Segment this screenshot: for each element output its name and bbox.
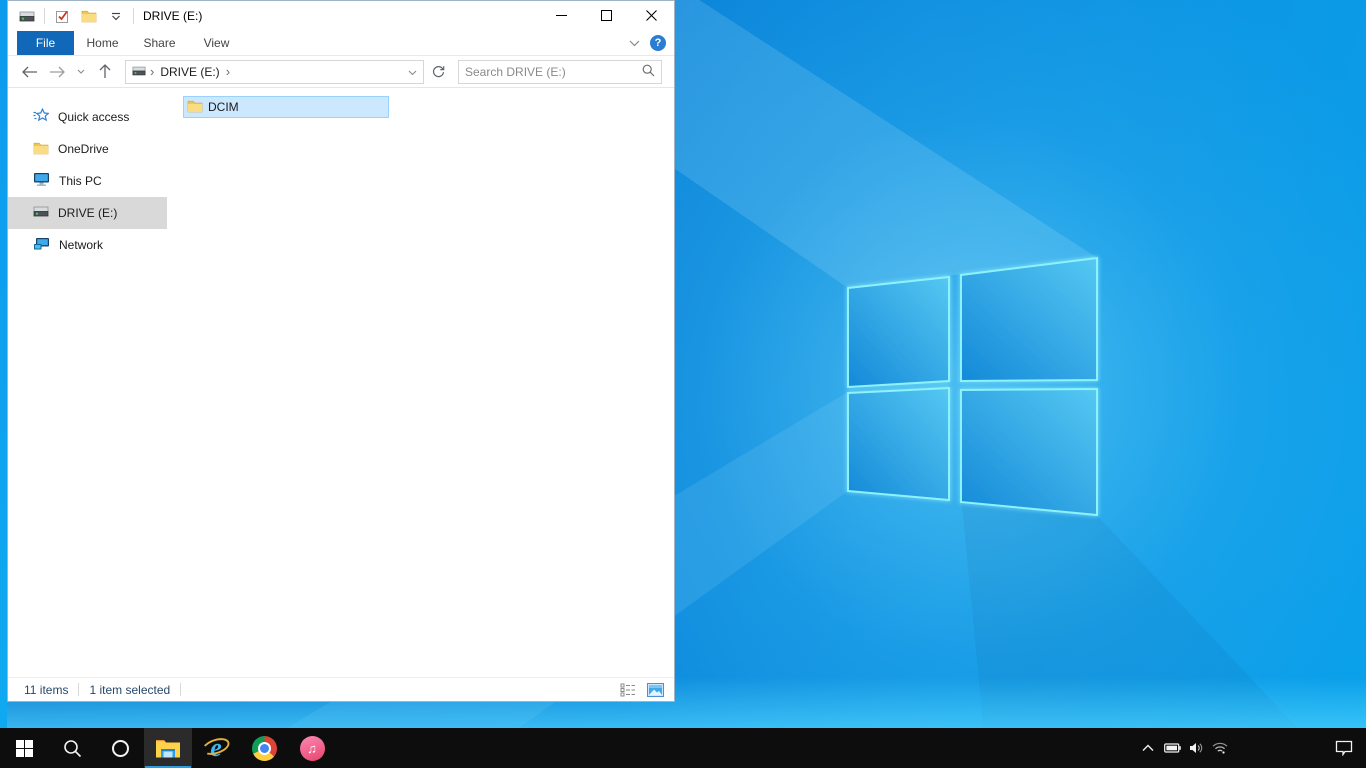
address-bar[interactable]: › DRIVE (E:) › bbox=[125, 59, 424, 84]
customize-quick-access-toolbar-button[interactable] bbox=[106, 5, 126, 27]
sidebar-item-label: OneDrive bbox=[58, 142, 109, 156]
toolbar-separator bbox=[133, 8, 134, 24]
maximize-button[interactable] bbox=[584, 1, 629, 30]
wallpaper-left-glow bbox=[0, 0, 7, 728]
taskbar-internet-explorer-button[interactable]: e bbox=[192, 728, 240, 768]
volume-icon[interactable] bbox=[1184, 728, 1208, 768]
tab-home[interactable]: Home bbox=[74, 31, 131, 55]
taskbar-itunes-button[interactable]: ♫ bbox=[288, 728, 336, 768]
taskbar-search-button[interactable] bbox=[48, 728, 96, 768]
help-icon[interactable]: ? bbox=[650, 35, 666, 51]
status-separator bbox=[180, 683, 182, 696]
navigation-pane: Quick access OneDrive This PC DRIVE (E:)… bbox=[8, 88, 167, 677]
hidden-icons-chevron-icon[interactable] bbox=[1136, 728, 1160, 768]
large-icons-view-button[interactable] bbox=[646, 681, 664, 699]
system-tray bbox=[1136, 728, 1232, 768]
drive-icon bbox=[33, 206, 49, 220]
folder-icon bbox=[33, 141, 49, 158]
sidebar-item-label: This PC bbox=[59, 174, 102, 188]
search-box bbox=[458, 59, 662, 84]
file-item-dcim[interactable]: DCIM bbox=[183, 96, 389, 118]
ribbon-tab-strip: File Home Share View ? bbox=[8, 31, 674, 56]
sidebar-item-quick-access[interactable]: Quick access bbox=[8, 101, 167, 133]
forward-button[interactable] bbox=[45, 60, 69, 84]
quick-access-toolbar: DRIVE (E:) bbox=[8, 1, 202, 31]
title-bar: DRIVE (E:) bbox=[8, 1, 674, 31]
breadcrumb-chevron-icon[interactable]: › bbox=[150, 65, 154, 78]
minimize-button[interactable] bbox=[539, 1, 584, 30]
caption-buttons bbox=[539, 1, 674, 31]
details-view-button[interactable] bbox=[619, 681, 637, 699]
quick-access-star-icon bbox=[33, 107, 50, 126]
file-explorer-icon bbox=[156, 740, 180, 758]
recent-locations-chevron-icon[interactable] bbox=[73, 60, 89, 84]
expand-ribbon-chevron-icon[interactable] bbox=[629, 36, 640, 50]
search-icon bbox=[63, 739, 81, 757]
status-separator bbox=[78, 683, 80, 696]
sidebar-item-onedrive[interactable]: OneDrive bbox=[8, 133, 167, 165]
new-folder-button[interactable] bbox=[79, 5, 99, 27]
action-center-icon bbox=[1335, 740, 1353, 756]
itunes-icon: ♫ bbox=[299, 735, 325, 761]
up-button[interactable] bbox=[93, 60, 117, 84]
sidebar-item-label: Quick access bbox=[58, 110, 130, 124]
close-button[interactable] bbox=[629, 1, 674, 30]
sidebar-item-this-pc[interactable]: This PC bbox=[8, 165, 167, 197]
file-list-panel[interactable]: DCIM bbox=[167, 88, 674, 677]
chrome-icon bbox=[251, 735, 277, 761]
internet-explorer-icon: e bbox=[200, 735, 232, 761]
sidebar-item-label: DRIVE (E:) bbox=[58, 206, 118, 220]
tab-file[interactable]: File bbox=[17, 31, 74, 55]
wifi-icon[interactable] bbox=[1208, 728, 1232, 768]
taskbar: e ♫ bbox=[0, 728, 1366, 768]
network-icon bbox=[33, 237, 50, 254]
sidebar-item-label: Network bbox=[59, 238, 104, 252]
drive-icon bbox=[17, 5, 37, 27]
tab-view[interactable]: View bbox=[188, 31, 245, 55]
breadcrumb-segment[interactable]: DRIVE (E:) bbox=[158, 65, 221, 79]
search-icon[interactable] bbox=[642, 64, 655, 80]
windows-logo-icon bbox=[15, 739, 33, 757]
action-center-button[interactable] bbox=[1322, 728, 1366, 768]
breadcrumb-chevron-icon[interactable]: › bbox=[226, 65, 230, 78]
drive-icon bbox=[132, 65, 146, 79]
cortana-icon bbox=[111, 739, 129, 757]
this-pc-icon bbox=[33, 172, 50, 190]
battery-icon[interactable] bbox=[1160, 728, 1184, 768]
start-button[interactable] bbox=[0, 728, 48, 768]
selection-count: 1 item selected bbox=[89, 682, 171, 697]
search-input[interactable] bbox=[465, 64, 642, 79]
address-dropdown-chevron-icon[interactable] bbox=[404, 65, 421, 79]
taskbar-file-explorer-button[interactable] bbox=[144, 728, 192, 768]
file-explorer-window: DRIVE (E:) File Home Share View ? › DRIV… bbox=[7, 0, 675, 702]
navigation-toolbar: › DRIVE (E:) › bbox=[8, 56, 674, 88]
items-count: 11 items bbox=[24, 682, 69, 697]
folder-icon bbox=[187, 99, 203, 116]
file-item-label: DCIM bbox=[208, 100, 239, 114]
refresh-icon[interactable] bbox=[428, 60, 448, 84]
status-bar: 11 items 1 item selected bbox=[8, 677, 674, 701]
toolbar-separator bbox=[44, 8, 45, 24]
taskbar-chrome-button[interactable] bbox=[240, 728, 288, 768]
back-button[interactable] bbox=[17, 60, 41, 84]
cortana-button[interactable] bbox=[96, 728, 144, 768]
window-title: DRIVE (E:) bbox=[143, 9, 203, 23]
tab-share[interactable]: Share bbox=[131, 31, 188, 55]
sidebar-item-drive-e[interactable]: DRIVE (E:) bbox=[8, 197, 167, 229]
desktop: DRIVE (E:) File Home Share View ? › DRIV… bbox=[0, 0, 1366, 768]
sidebar-item-network[interactable]: Network bbox=[8, 229, 167, 261]
properties-button[interactable] bbox=[52, 5, 72, 27]
